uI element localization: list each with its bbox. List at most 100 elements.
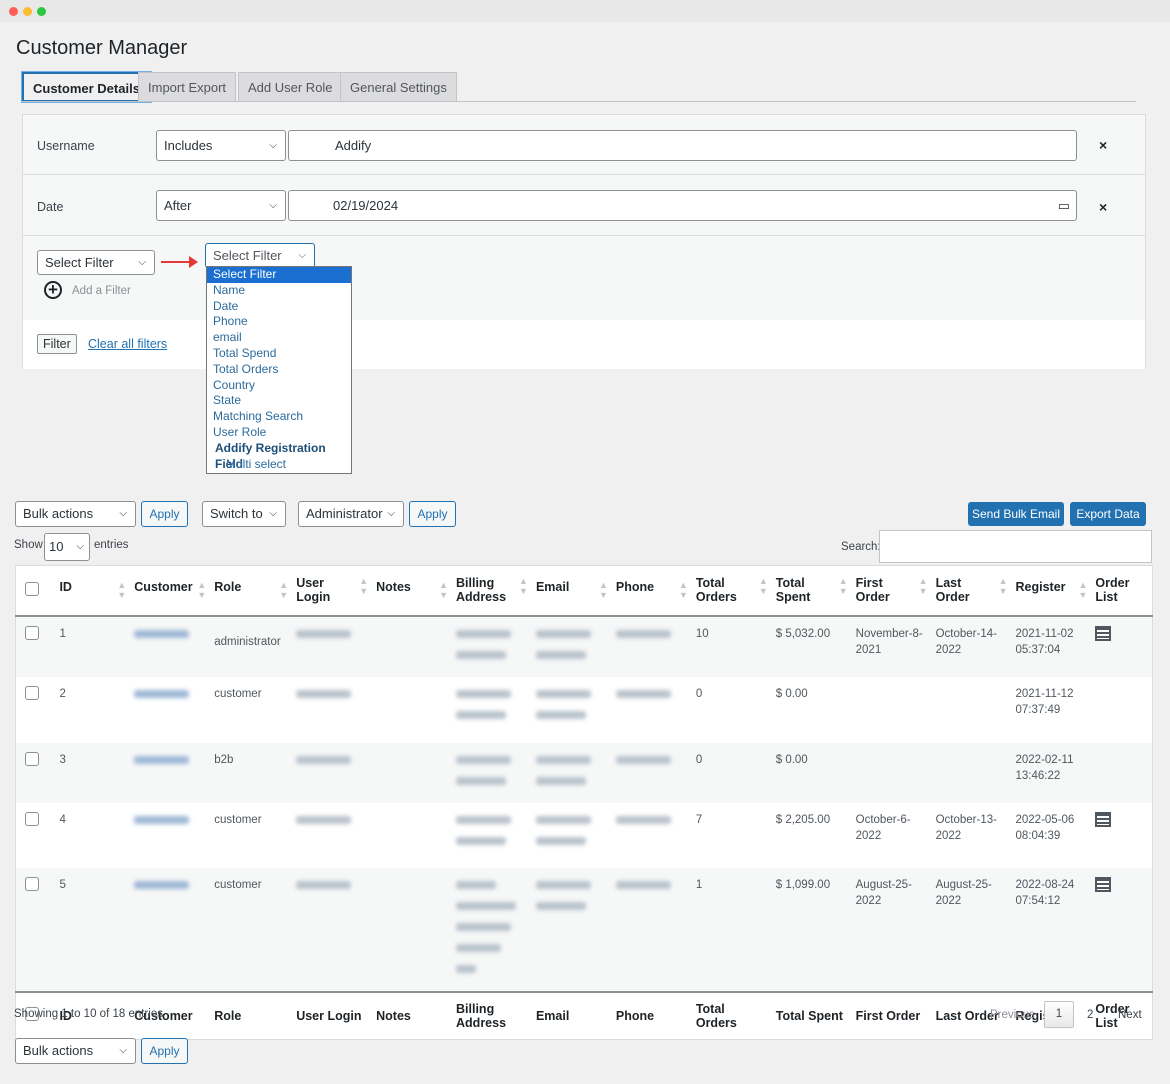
dropdown-option[interactable]: Phone bbox=[207, 314, 351, 330]
cell-email bbox=[532, 743, 612, 803]
username-value-input[interactable]: Addify bbox=[288, 130, 1077, 161]
cell-customer[interactable] bbox=[130, 868, 210, 992]
apply-role-button[interactable]: Apply bbox=[409, 501, 456, 527]
column-header[interactable]: ▲ ▼ Notes bbox=[372, 565, 453, 617]
row-checkbox[interactable] bbox=[25, 876, 39, 891]
redacted-text bbox=[535, 650, 586, 659]
calendar-icon[interactable]: ▭ bbox=[1058, 191, 1070, 220]
column-header[interactable]: Order List bbox=[1091, 565, 1153, 617]
cell-role: customer bbox=[214, 687, 262, 700]
dropdown-option[interactable]: Country bbox=[207, 378, 351, 394]
dropdown-option[interactable]: Matching Search bbox=[207, 409, 351, 425]
entries-select[interactable]: 10 ⌵ bbox=[44, 533, 90, 561]
tab-import-export[interactable]: Import Export bbox=[138, 72, 237, 102]
next-page-button[interactable]: Next bbox=[1118, 1009, 1142, 1021]
order-list-icon[interactable] bbox=[1095, 625, 1112, 641]
column-header[interactable]: ▲ ▼ ID bbox=[55, 565, 131, 617]
operator-select[interactable]: After ⌵ bbox=[156, 190, 286, 221]
sort-icon: ▲ ▼ bbox=[678, 580, 688, 601]
minimize-window-button[interactable] bbox=[23, 7, 32, 16]
dropdown-option[interactable]: Multi select bbox=[207, 457, 351, 473]
column-header[interactable]: ▲ ▼ Phone bbox=[611, 565, 692, 617]
column-header[interactable]: Total Spent bbox=[771, 990, 852, 1040]
apply-bulk-bottom-button[interactable]: Apply bbox=[141, 1038, 188, 1064]
operator-select[interactable]: Includes ⌵ bbox=[156, 130, 286, 161]
select-value: Switch to bbox=[210, 506, 263, 521]
page-2-button[interactable]: 2 bbox=[1087, 1009, 1093, 1021]
filter-field-dropdown[interactable]: Select Filter Name Date Phone email Total Spe… bbox=[206, 266, 352, 474]
bulk-actions-bottom-select[interactable]: Bulk actions ⌵ bbox=[15, 1038, 136, 1064]
dropdown-option[interactable]: Date bbox=[207, 299, 351, 315]
remove-filter-icon[interactable]: × bbox=[1099, 199, 1107, 215]
cell-email bbox=[532, 677, 612, 743]
maximize-window-button[interactable] bbox=[37, 7, 46, 16]
column-header[interactable]: ▲ ▼ Customer bbox=[130, 565, 211, 617]
select-all-checkbox[interactable] bbox=[25, 581, 39, 596]
column-header[interactable]: Notes bbox=[372, 990, 453, 1040]
redacted-text bbox=[134, 755, 190, 764]
order-list-icon[interactable] bbox=[1095, 811, 1112, 827]
column-header[interactable]: Total Orders bbox=[691, 990, 772, 1040]
filter-button[interactable]: Filter bbox=[37, 334, 77, 354]
previous-page-button[interactable]: Previous bbox=[990, 1009, 1035, 1021]
cell-id: 4 bbox=[59, 813, 66, 826]
column-header[interactable]: Phone bbox=[611, 990, 692, 1040]
column-header[interactable]: ▲ ▼ Billing Address bbox=[452, 565, 532, 617]
cell-notes bbox=[372, 677, 452, 743]
dropdown-option[interactable]: State bbox=[207, 393, 351, 409]
order-list-icon[interactable] bbox=[1095, 876, 1112, 892]
add-filter-icon[interactable]: + bbox=[44, 281, 62, 299]
apply-bulk-button[interactable]: Apply bbox=[141, 501, 188, 527]
column-header[interactable]: ▲ ▼ Role bbox=[210, 565, 293, 617]
column-label: User Login bbox=[296, 1008, 362, 1023]
dropdown-option[interactable]: Select Filter bbox=[207, 267, 351, 283]
row-checkbox[interactable] bbox=[25, 625, 39, 640]
row-checkbox[interactable] bbox=[25, 811, 39, 826]
dropdown-option[interactable]: Total Orders bbox=[207, 362, 351, 378]
export-data-button[interactable]: Export Data bbox=[1070, 502, 1146, 526]
column-header[interactable]: ▲ ▼ First Order bbox=[851, 565, 932, 617]
filter-field-select[interactable]: Select Filter ⌵ bbox=[205, 243, 315, 268]
cell-customer[interactable] bbox=[130, 803, 210, 868]
cell-billing bbox=[452, 616, 532, 677]
switch-to-select[interactable]: Switch to ⌵ bbox=[202, 501, 286, 527]
cell-user-login bbox=[292, 616, 372, 677]
tab-customer-details[interactable]: Customer Details bbox=[22, 72, 151, 102]
column-header[interactable]: ▲ ▼ Register bbox=[1011, 565, 1092, 617]
dropdown-option[interactable]: User Role bbox=[207, 425, 351, 441]
search-input[interactable] bbox=[879, 530, 1152, 563]
cell-customer[interactable] bbox=[130, 616, 210, 677]
cell-phone bbox=[612, 868, 692, 992]
dropdown-option[interactable]: email bbox=[207, 330, 351, 346]
column-header[interactable]: Role bbox=[210, 990, 293, 1040]
remove-filter-icon[interactable]: × bbox=[1099, 137, 1107, 153]
row-checkbox[interactable] bbox=[25, 751, 39, 766]
bulk-actions-select[interactable]: Bulk actions ⌵ bbox=[15, 501, 136, 527]
cell-customer[interactable] bbox=[130, 743, 210, 803]
column-header[interactable]: User Login bbox=[292, 990, 373, 1040]
date-input[interactable]: 02/19/2024 ▭ bbox=[288, 190, 1077, 221]
column-header[interactable]: ▲ ▼ Total Spent bbox=[771, 565, 852, 617]
cell-customer[interactable] bbox=[130, 677, 210, 743]
column-header[interactable]: ▲ ▼ Last Order bbox=[931, 565, 1012, 617]
dropdown-option[interactable]: Name bbox=[207, 283, 351, 299]
column-header[interactable]: Billing Address bbox=[452, 990, 532, 1040]
add-filter-link[interactable]: Add a Filter bbox=[72, 285, 131, 297]
close-window-button[interactable] bbox=[9, 7, 18, 16]
tab-add-user-role[interactable]: Add User Role bbox=[238, 72, 343, 102]
column-header[interactable]: Email bbox=[531, 990, 612, 1040]
column-header[interactable]: ▲ ▼ User Login bbox=[292, 565, 373, 617]
tab-general-settings[interactable]: General Settings bbox=[340, 72, 457, 102]
page-1-button[interactable]: 1 bbox=[1044, 1001, 1074, 1028]
column-header[interactable]: First Order bbox=[851, 990, 932, 1040]
send-bulk-email-button[interactable]: Send Bulk Email bbox=[968, 502, 1064, 526]
clear-filters-link[interactable]: Clear all filters bbox=[88, 337, 167, 351]
role-select[interactable]: Administrator ⌵ bbox=[298, 501, 404, 527]
column-header[interactable]: ▲ ▼ Total Orders bbox=[691, 565, 772, 617]
dropdown-option[interactable]: Total Spend bbox=[207, 346, 351, 362]
filter-type-select[interactable]: Select Filter ⌵ bbox=[37, 250, 155, 275]
column-header[interactable]: ▲ ▼ Email bbox=[531, 565, 612, 617]
select-value: Bulk actions bbox=[23, 506, 94, 521]
row-checkbox[interactable] bbox=[25, 685, 39, 700]
cell-order-list bbox=[1091, 743, 1152, 803]
